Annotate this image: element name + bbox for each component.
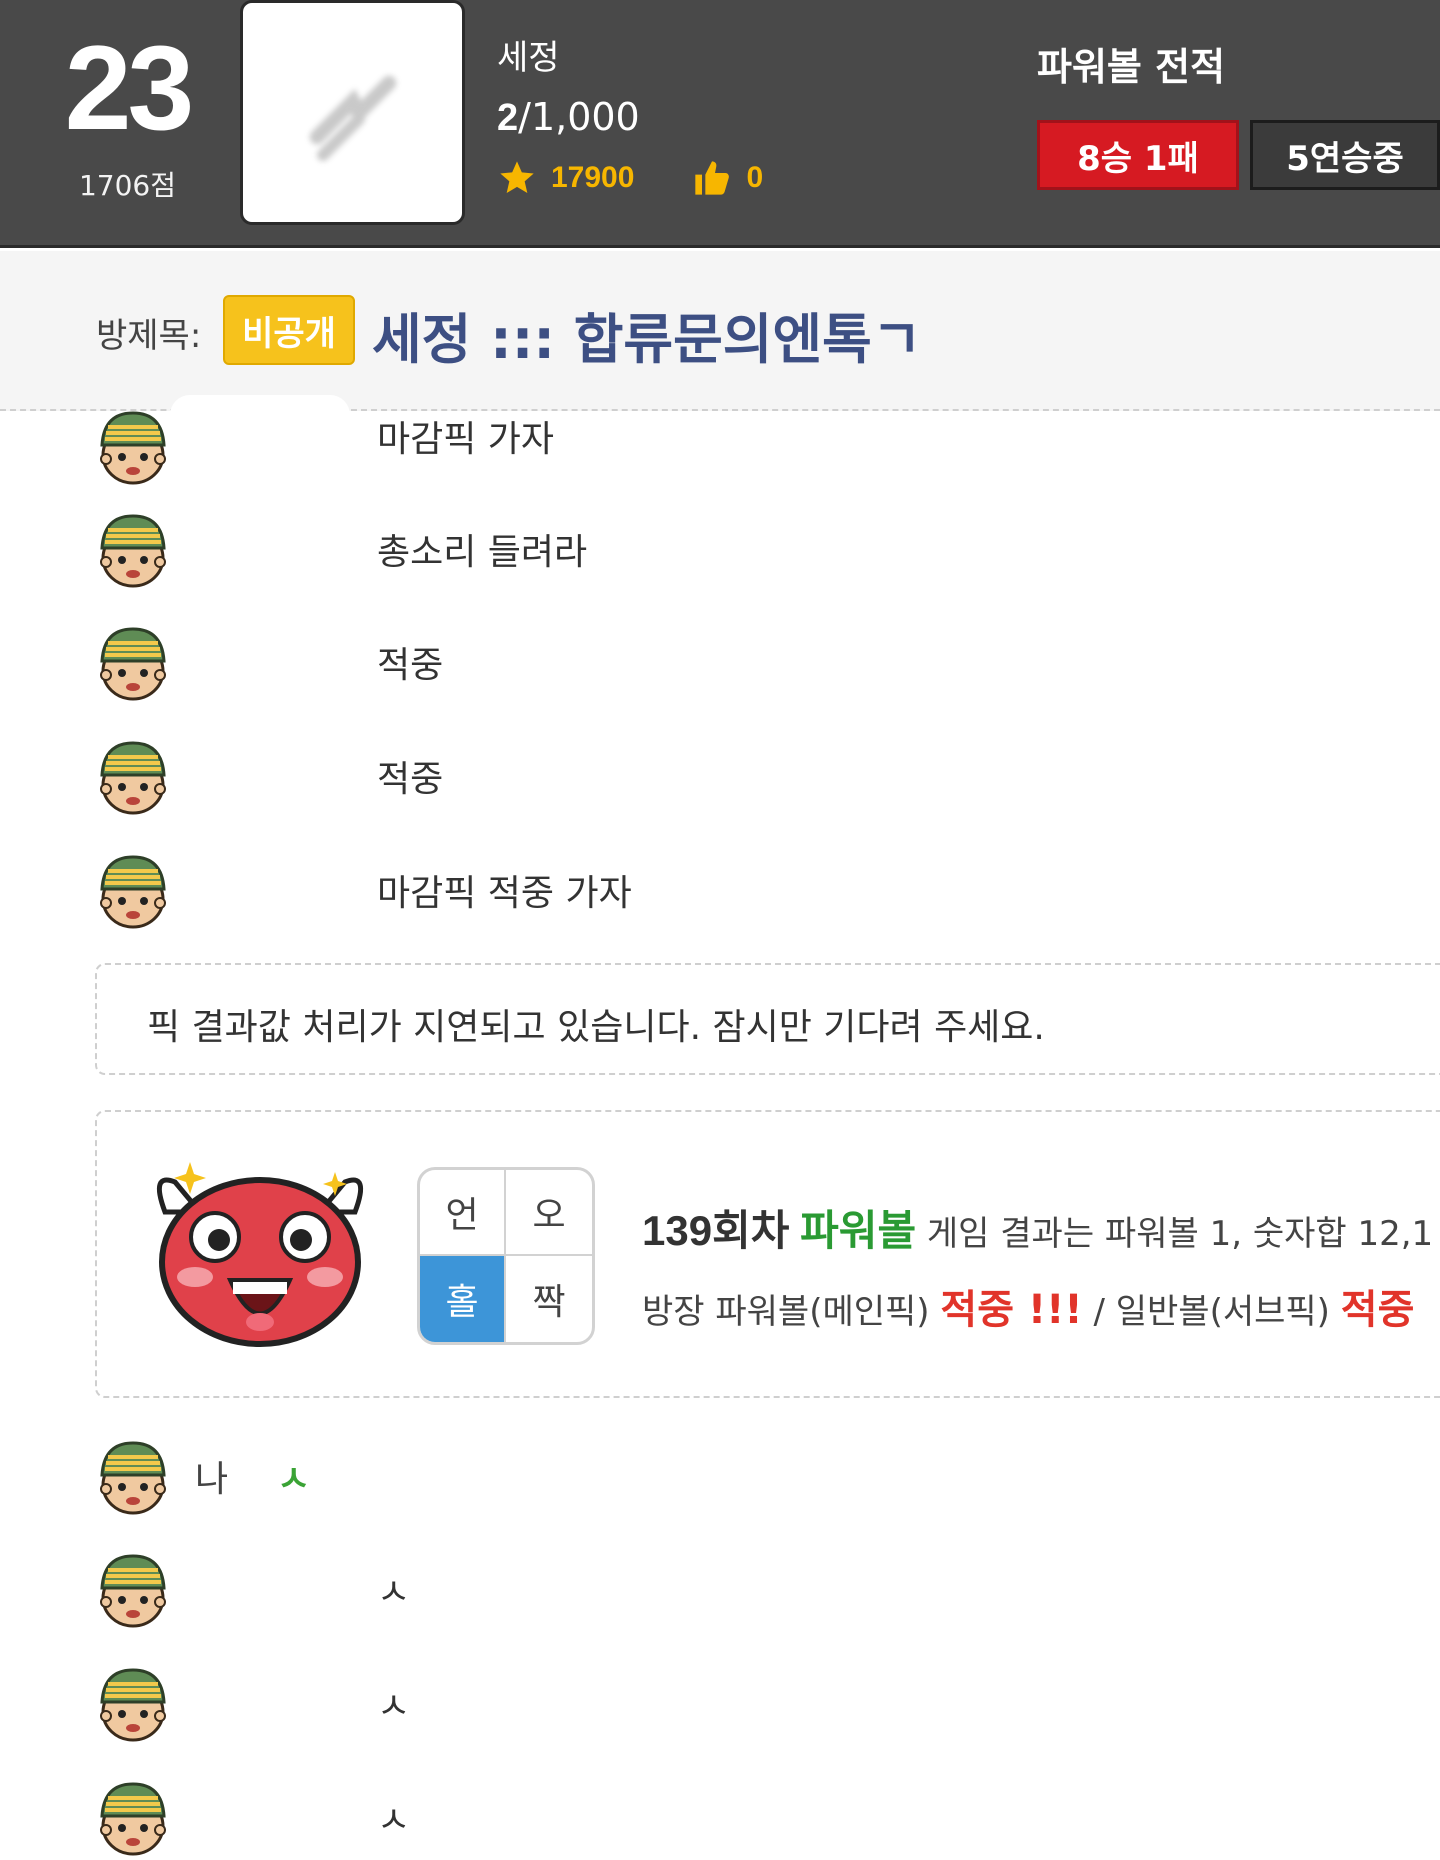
chat-text: ㅅ: [277, 1459, 311, 1500]
room-member-count: 2/1,000: [497, 95, 640, 140]
user-avatar[interactable]: [92, 1548, 174, 1630]
win-streak-badge: 5연승중: [1250, 120, 1440, 190]
chat-message: ㅅ: [0, 1548, 1440, 1648]
result-text: 게임 결과는 파워볼 1, 숫자합 12,1: [926, 1214, 1434, 1254]
star-count: 17900: [551, 161, 635, 194]
win-loss-badge: 8승 1패: [1037, 120, 1239, 190]
sub-pick-label: / 일반볼(서브픽): [1093, 1292, 1330, 1332]
like-count: 0: [746, 161, 764, 194]
chat-message: 나 ㅅ: [0, 1435, 1440, 1535]
thumbs-up-icon[interactable]: [692, 158, 732, 198]
host-stats: 17900 0: [497, 158, 763, 198]
pick-cell-even: 짝: [532, 1282, 566, 1323]
user-avatar[interactable]: [92, 1776, 174, 1858]
result-summary: 139회차 파워볼 게임 결과는 파워볼 1, 숫자합 12,1: [642, 1197, 1433, 1258]
user-avatar[interactable]: [92, 1435, 174, 1517]
user-avatar[interactable]: [92, 735, 174, 817]
chat-nickname: 나: [195, 1459, 229, 1500]
rank-points: 1706점: [78, 169, 177, 202]
chat-message: 적중: [0, 735, 1440, 835]
chat-message: ㅅ: [0, 1776, 1440, 1860]
masked-nickname: [170, 395, 350, 435]
user-avatar[interactable]: [92, 849, 174, 931]
star-icon: [500, 161, 534, 193]
game-name: 파워볼: [800, 1206, 917, 1255]
round-result-card: 언 오 홀 짝 139회차 파워볼 게임 결과는 파워볼 1, 숫자합 12,1…: [95, 1110, 1440, 1398]
chat-text: ㅅ: [377, 1686, 411, 1727]
pick-cell-under: 언: [420, 1170, 506, 1256]
pick-grid: 언 오 홀 짝: [417, 1167, 595, 1345]
placeholder-logo-icon: [309, 75, 396, 161]
result-hits: 방장 파워볼(메인픽) 적중 !!! / 일반볼(서브픽) 적중: [642, 1277, 1414, 1335]
user-avatar[interactable]: [92, 1662, 174, 1744]
room-title: 세정 ::: 합류문의엔톡ㄱ: [372, 308, 922, 371]
chat-message: 총소리 들려라: [0, 508, 1440, 608]
member-count-max: /1,000: [518, 95, 640, 139]
chat-text: ㅅ: [377, 1572, 411, 1613]
member-count-current: 2: [497, 97, 519, 139]
room-title-bar: 방제목: 비공개 세정 ::: 합류문의엔톡ㄱ: [0, 251, 1440, 411]
rank-number: 23: [64, 21, 194, 155]
round-number: 139회차: [642, 1207, 790, 1254]
user-avatar[interactable]: [92, 621, 174, 703]
rank-block: 23 1706점: [40, 28, 215, 204]
host-name: 세정: [497, 38, 560, 78]
devil-emoticon: [156, 1162, 364, 1347]
main-pick-label: 방장 파워볼(메인픽): [642, 1292, 930, 1332]
user-avatar[interactable]: [92, 508, 174, 590]
room-header: 23 1706점 세정 2/1,000 17900 0 파워볼 전적 8승 1패…: [0, 0, 1440, 248]
room-title-label: 방제목:: [96, 316, 202, 356]
chat-text: 마감픽 적중 가자: [377, 873, 632, 914]
pick-cell-odd: 홀: [420, 1256, 506, 1342]
chat-text: 마감픽 가자: [377, 419, 555, 460]
chat-text: 총소리 들려라: [377, 532, 588, 573]
chat-text: 적중: [377, 759, 444, 800]
private-badge: 비공개: [223, 295, 355, 365]
notice-text: 픽 결과값 처리가 지연되고 있습니다. 잠시만 기다려 주세요.: [147, 1007, 1045, 1048]
chat-message: 마감픽 적중 가자: [0, 849, 1440, 949]
profile-thumbnail[interactable]: [240, 0, 465, 225]
chat-text: ㅅ: [377, 1800, 411, 1841]
chat-message: ㅅ: [0, 1662, 1440, 1762]
chat-message: 적중: [0, 621, 1440, 721]
system-notice: 픽 결과값 처리가 지연되고 있습니다. 잠시만 기다려 주세요.: [95, 963, 1440, 1075]
main-pick-hit: 적중 !!!: [940, 1287, 1083, 1333]
user-avatar[interactable]: [92, 405, 174, 487]
pick-cell-over: 오: [506, 1170, 592, 1256]
chat-text: 적중: [377, 645, 444, 686]
record-title: 파워볼 전적: [1037, 45, 1226, 89]
sub-pick-hit: 적중: [1340, 1287, 1415, 1333]
